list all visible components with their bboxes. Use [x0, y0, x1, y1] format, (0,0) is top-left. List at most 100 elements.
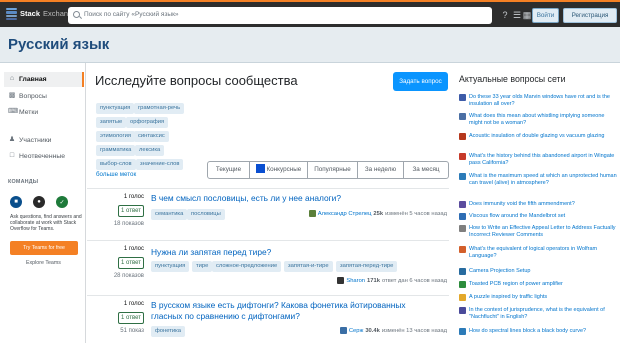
hot-question-link[interactable]: How to Write an Effective Appeal Letter … — [459, 225, 617, 238]
activity-time[interactable]: изменён 5 часов назад — [385, 211, 447, 217]
logo-text-bold: Stack — [20, 9, 41, 18]
nav-tags-label: Метки — [19, 109, 39, 116]
hot-question-link[interactable]: What's the equivalent of logical operato… — [459, 246, 617, 259]
user-name[interactable]: Серж — [349, 328, 364, 334]
hot-question-link[interactable]: What's the history behind this abandoned… — [459, 153, 617, 166]
hot-question-link[interactable]: Acoustic insulation of double glazing vs… — [459, 133, 617, 140]
tag-chip[interactable]: синтаксис — [134, 131, 169, 142]
tag-chip[interactable]: сложное-предложение — [212, 261, 282, 272]
question-meta: Александр Стрелец 25k изменён 5 часов на… — [308, 210, 447, 217]
search-icon — [73, 11, 80, 18]
activity-time[interactable]: изменён 13 часов назад — [382, 328, 447, 334]
home-icon: ⌂ — [9, 75, 15, 82]
hot-question-text: Camera Projection Setup — [469, 268, 531, 274]
activity-time[interactable]: ответ дан 6 часов назад — [382, 278, 447, 284]
page-title: Исследуйте вопросы сообщества — [95, 73, 298, 88]
tag-chip[interactable]: лексика — [135, 145, 165, 156]
nav-item-users[interactable]: ♟ Участники — [4, 133, 84, 148]
briefcase-icon: ■ — [10, 196, 22, 208]
teams-illustration: ■ ● ✓ — [10, 196, 68, 208]
hot-question-text: Does immunity void the fifth ammendment? — [469, 201, 575, 207]
user-reputation: 30.4k — [365, 327, 380, 334]
nav-item-questions[interactable]: ▩ Вопросы — [4, 89, 84, 104]
unanswered-icon: □ — [9, 152, 15, 159]
nav-item-tags[interactable]: ⌨ Метки — [4, 105, 84, 120]
question-title[interactable]: Нужна ли запятая перед тире? — [151, 247, 436, 258]
tag-chip[interactable]: семантика — [151, 209, 188, 220]
inbox-icon[interactable]: ☰ — [512, 10, 522, 20]
nav-item-home[interactable]: ⌂ Главная — [4, 72, 84, 87]
tag-chip[interactable]: пунктуация — [96, 103, 135, 114]
tag-chip[interactable]: грамматика — [96, 145, 136, 156]
hot-question-link[interactable]: Does immunity void the fifth ammendment? — [459, 201, 617, 208]
tag-chip[interactable]: грамотная-речь — [134, 103, 185, 114]
explore-teams-link[interactable]: Explore Teams — [26, 260, 61, 266]
site-icon — [459, 153, 466, 160]
question-meta: Sharon 171k ответ дан 6 часов назад — [337, 277, 447, 284]
site-icon — [459, 213, 466, 220]
tag-chip[interactable]: этимология — [96, 131, 135, 142]
hot-question-link[interactable]: Do these 33 year olds Marvin windows hav… — [459, 94, 617, 107]
question-summary: 1 голос 1 ответ 18 показов В чем смысл п… — [87, 188, 449, 240]
hot-question-text: What's the equivalent of logical operato… — [469, 246, 598, 259]
tag-chip[interactable]: значение-слов — [136, 159, 184, 170]
question-filter-tabs: Текущие Конкурсные Популярные За неделю … — [207, 161, 449, 179]
question-title[interactable]: В русском языке есть дифтонги? Какова фо… — [151, 300, 436, 321]
signup-button[interactable]: Регистрация — [563, 8, 617, 23]
user-name[interactable]: Александр Стрелец — [318, 211, 372, 217]
tag-chip[interactable]: пунктуация — [151, 261, 190, 272]
question-title[interactable]: В чем смысл пословицы, есть ли у нее ана… — [151, 193, 436, 204]
site-icon — [459, 307, 466, 314]
hot-question-text: Viscous flow around the Mandelbrot set — [469, 213, 566, 219]
hot-question-link[interactable]: What is the maximum speed at which an un… — [459, 173, 617, 186]
nav-item-unanswered[interactable]: □ Неотвеченные — [4, 149, 84, 164]
hot-question-link[interactable]: In the context of jurisprudence, what is… — [459, 307, 617, 320]
vote-count: 1 голос — [123, 246, 144, 252]
tag-chip[interactable]: выбор-слов — [96, 159, 136, 170]
avatar[interactable] — [308, 210, 316, 217]
site-icon — [459, 173, 466, 180]
tab-bounties[interactable]: Конкурсные — [250, 162, 308, 178]
question-summary: 1 голос 1 ответ 28 показов Нужна ли запя… — [87, 240, 449, 295]
hot-question-text: How do spectral lines block a black body… — [469, 328, 587, 334]
site-switcher-icon[interactable]: ▦ — [522, 10, 532, 20]
tag-chip[interactable]: запятые — [96, 117, 127, 128]
vote-count: 1 голос — [123, 194, 144, 200]
hot-question-link[interactable]: Viscous flow around the Mandelbrot set — [459, 213, 617, 220]
tag-chip[interactable]: фонетика — [151, 326, 186, 337]
hot-question-text: How to Write an Effective Appeal Letter … — [469, 225, 616, 238]
tab-week[interactable]: За неделю — [358, 162, 404, 178]
search-input[interactable]: Поиск по сайту «Русский язык» — [68, 7, 492, 24]
ask-question-button[interactable]: Задать вопрос — [393, 72, 448, 91]
tag-chip[interactable]: тире — [192, 261, 213, 272]
hot-question-text: What is the maximum speed at which an un… — [469, 173, 617, 186]
hot-question-link[interactable]: Camera Projection Setup — [459, 268, 617, 275]
tag-chip[interactable]: орфография — [126, 117, 169, 128]
hot-question-link[interactable]: A puzzle inspired by traffic lights — [459, 294, 617, 301]
vote-count: 1 голос — [123, 301, 144, 307]
hot-question-link[interactable]: Toasted PCB region of power amplifier — [459, 281, 617, 288]
hot-question-text: Toasted PCB region of power amplifier — [469, 281, 563, 287]
user-name[interactable]: Sharon — [346, 278, 365, 284]
tab-month[interactable]: За месяц — [404, 162, 448, 178]
login-button[interactable]: Войти — [532, 8, 559, 23]
tag-chip[interactable]: пословицы — [187, 209, 225, 220]
tag-chip[interactable]: запятая-и-тире — [284, 261, 333, 272]
hot-question-text: What does this mean about whistling impl… — [469, 113, 605, 126]
site-icon — [459, 94, 466, 101]
site-title[interactable]: Русский язык — [8, 36, 109, 53]
site-header: Русский язык — [0, 27, 620, 63]
answer-count: 1 ответ — [118, 205, 144, 217]
more-tags-link[interactable]: больше меток — [96, 171, 136, 178]
help-icon[interactable]: ? — [500, 10, 510, 20]
try-teams-button[interactable]: Try Teams for free — [10, 241, 78, 255]
stackexchange-logo[interactable]: Stack Exchange — [6, 8, 76, 21]
hot-question-link[interactable]: What does this mean about whistling impl… — [459, 113, 617, 126]
tab-current[interactable]: Текущие — [208, 162, 250, 178]
user-reputation: 25k — [373, 210, 384, 217]
hot-question-link[interactable]: How do spectral lines block a black body… — [459, 328, 617, 335]
avatar[interactable] — [337, 277, 345, 284]
tag-chip[interactable]: запятая-перед-тире — [336, 261, 398, 272]
avatar[interactable] — [339, 327, 347, 334]
tab-popular[interactable]: Популярные — [308, 162, 358, 178]
